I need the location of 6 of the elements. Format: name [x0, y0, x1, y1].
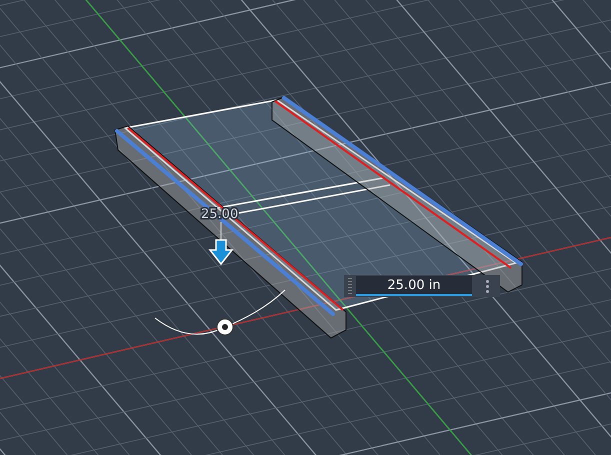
leader-line: [220, 222, 222, 240]
down-arrow-icon[interactable]: [208, 239, 234, 266]
length-input-field[interactable]: 25.00 in: [356, 276, 472, 296]
grip-icon[interactable]: [348, 278, 352, 294]
rotate-handle-icon[interactable]: [216, 318, 234, 336]
more-options-icon[interactable]: [486, 280, 489, 292]
